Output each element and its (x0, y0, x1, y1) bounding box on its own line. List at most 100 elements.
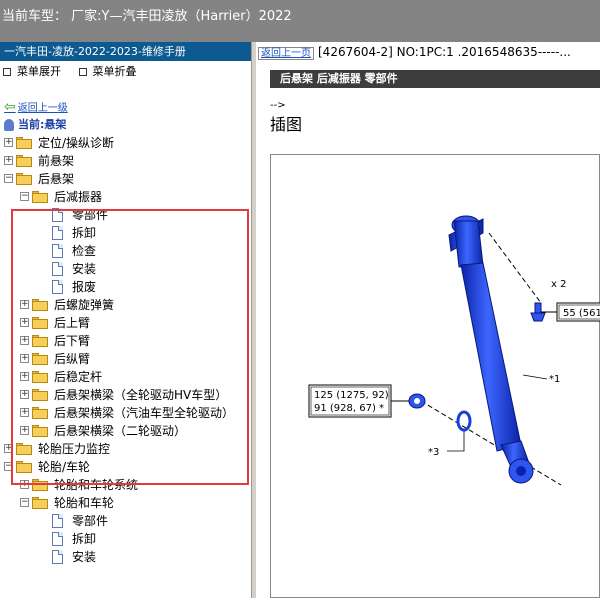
tree-folder-item[interactable]: + 后悬架横梁（全轮驱动HV车型） (0, 386, 251, 404)
expand-toggle-icon[interactable]: + (20, 354, 29, 363)
tree-folder-item[interactable]: + 前悬架 (0, 152, 251, 170)
tree-folder-item[interactable]: − 轮胎/车轮 (0, 458, 251, 476)
expand-toggle-icon[interactable]: + (20, 408, 29, 417)
document-icon (52, 208, 63, 222)
tree-item-label: 轮胎压力监控 (38, 442, 111, 456)
callout-label-1: *1 (549, 374, 560, 385)
section-breadcrumb: 后悬架 后减振器 零部件 (270, 70, 600, 88)
tree-folder-item[interactable]: + 后螺旋弹簧 (0, 296, 251, 314)
tree-toolbar: 菜单展开 菜单折叠 (0, 61, 251, 83)
tree-item-label: 安装 (72, 262, 97, 276)
tree-folder-item[interactable]: + 后悬架横梁（二轮驱动） (0, 422, 251, 440)
section-title: 插图 (270, 115, 303, 134)
tree-item-label: 零部件 (72, 208, 109, 222)
tree-item-label: 后上臂 (54, 316, 91, 330)
expand-toggle-icon[interactable]: + (20, 300, 29, 309)
document-icon (52, 244, 63, 258)
tree-folder-item[interactable]: + 定位/操纵诊断 (0, 134, 251, 152)
collapse-toggle-icon[interactable]: − (4, 462, 13, 471)
tree-item-label: 后减振器 (54, 190, 103, 204)
callout-label-3: *3 (428, 447, 439, 458)
tree-doc-item[interactable]: 安装 (0, 548, 251, 566)
tree-doc-item[interactable]: 报废 (0, 278, 251, 296)
tree-folder-item[interactable]: + 轮胎和车轮系统 (0, 476, 251, 494)
tree-item-label: 后螺旋弹簧 (54, 298, 115, 312)
title-bar: 当前车型： 厂家:Y—汽丰田凌放（Harrier）2022 (0, 0, 600, 42)
tree-item-label: 定位/操纵诊断 (38, 136, 115, 150)
folder-icon (32, 191, 48, 203)
tree-folder-item[interactable]: + 后上臂 (0, 314, 251, 332)
document-pane: 返回上一页 [4267604-2] NO:1PC:1 .2016548635---… (256, 42, 600, 598)
back-arrow-icon: ⇦ (4, 99, 16, 115)
expand-toggle-icon[interactable]: + (4, 444, 13, 453)
tree-item-label: 拆卸 (72, 226, 97, 240)
tree-item-label: 后悬架横梁（汽油车型全轮驱动） (54, 406, 235, 420)
collapse-icon (78, 68, 87, 76)
location-icon (4, 119, 14, 131)
tree-item-label: 后下臂 (54, 334, 91, 348)
document-id: [4267604-2] NO:1PC:1 .2016548635-----... (318, 45, 571, 59)
tree-item-label: 报废 (72, 280, 97, 294)
tree-folder-item[interactable]: + 后下臂 (0, 332, 251, 350)
tree-item-label: 安装 (72, 550, 97, 564)
folder-icon (32, 497, 48, 509)
collapse-toggle-icon[interactable]: − (4, 174, 13, 183)
tree-item-label: 零部件 (72, 514, 109, 528)
tree-item-label: 轮胎/车轮 (38, 460, 91, 474)
expand-toggle-icon[interactable]: + (20, 426, 29, 435)
leader-line (488, 232, 542, 304)
document-header: 返回上一页 [4267604-2] NO:1PC:1 .2016548635---… (256, 42, 600, 62)
tree-doc-item[interactable]: 零部件 (0, 206, 251, 224)
tree-folder-item[interactable]: − 轮胎和车轮 (0, 494, 251, 512)
title-text: 当前车型： 厂家:Y—汽丰田凌放（Harrier）2022 (2, 9, 292, 24)
expand-toggle-icon[interactable]: + (20, 336, 29, 345)
tree-folder-item[interactable]: + 轮胎压力监控 (0, 440, 251, 458)
folder-icon (16, 173, 32, 185)
tree-item-label: 检查 (72, 244, 97, 258)
folder-icon (32, 335, 48, 347)
tree-doc-item[interactable]: 检查 (0, 242, 251, 260)
tree-folder-item[interactable]: + 后稳定杆 (0, 368, 251, 386)
tree-folder-item[interactable]: + 后悬架横梁（汽油车型全轮驱动） (0, 404, 251, 422)
expand-toggle-icon[interactable]: + (20, 480, 29, 489)
folder-icon (16, 155, 32, 167)
callout-torque-91: 91 (928, 67) * (314, 403, 384, 414)
document-icon (52, 262, 63, 276)
collapse-menu-button[interactable]: 菜单折叠 (78, 65, 137, 78)
left-pane: 一汽丰田-凌放-2022-2023-维修手册 菜单展开 菜单折叠 ⇦ 返回上一级 … (0, 42, 252, 598)
folder-icon (32, 425, 48, 437)
tree-folder-item[interactable]: − 后减振器 (0, 188, 251, 206)
folder-icon (32, 479, 48, 491)
tree-doc-item[interactable]: 拆卸 (0, 530, 251, 548)
tree-doc-item[interactable]: 拆卸 (0, 224, 251, 242)
folder-icon (32, 389, 48, 401)
document-icon (52, 514, 63, 528)
collapse-toggle-icon[interactable]: − (20, 192, 29, 201)
folder-icon (32, 371, 48, 383)
callout-torque-55: 55 (561 (563, 308, 600, 319)
back-page-button[interactable]: 返回上一页 (258, 47, 314, 60)
expand-toggle-icon[interactable]: + (4, 156, 13, 165)
collapse-toggle-icon[interactable]: − (20, 498, 29, 507)
shock-absorber-diagram: x 2 55 (561 125 (1275, 92) 91 (928, 67) … (308, 215, 600, 486)
back-up-link[interactable]: ⇦ 返回上一级 (4, 99, 68, 115)
document-icon (52, 532, 63, 546)
document-icon (52, 226, 63, 240)
manual-title: 一汽丰田-凌放-2022-2023-维修手册 (0, 42, 251, 61)
current-location: 当前:悬架 (4, 116, 66, 132)
folder-icon (32, 299, 48, 311)
document-icon (52, 280, 63, 294)
folder-icon (16, 443, 32, 455)
tree-doc-item[interactable]: 安装 (0, 260, 251, 278)
expand-menu-button[interactable]: 菜单展开 (3, 65, 61, 78)
tree-folder-item[interactable]: + 后纵臂 (0, 350, 251, 368)
expand-toggle-icon[interactable]: + (20, 318, 29, 327)
illustration: x 2 55 (561 125 (1275, 92) 91 (928, 67) … (270, 154, 600, 598)
tree-folder-item[interactable]: − 后悬架 (0, 170, 251, 188)
expand-toggle-icon[interactable]: + (20, 390, 29, 399)
tree-doc-item[interactable]: 零部件 (0, 512, 251, 530)
expand-toggle-icon[interactable]: + (20, 372, 29, 381)
tree-item-label: 后悬架横梁（二轮驱动） (54, 424, 187, 438)
expand-toggle-icon[interactable]: + (4, 138, 13, 147)
tree-item-label: 轮胎和车轮系统 (54, 478, 139, 492)
